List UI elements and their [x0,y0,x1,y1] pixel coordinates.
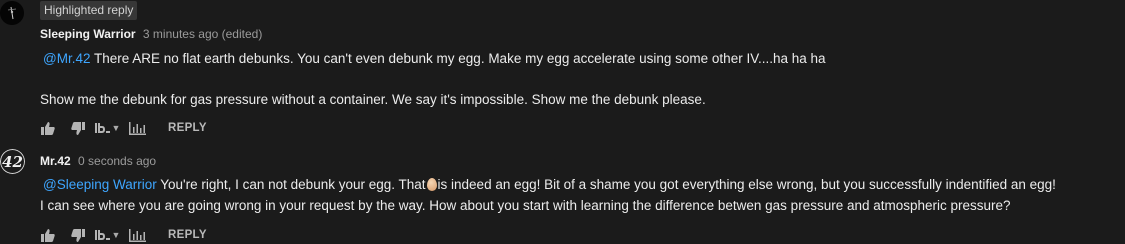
comment-text-line-2: Show me the debunk for gas pressure with… [40,92,706,107]
comment-text-line-1: @Sleeping Warrior You're right, I can no… [43,177,1056,192]
comment-text: There ARE no flat earth debunks. You can… [90,51,826,66]
thumbs-up-icon[interactable] [40,121,56,135]
caret-down-icon[interactable]: ▼ [112,230,121,240]
thumbs-down-icon[interactable] [70,228,86,242]
author-name[interactable]: Sleeping Warrior [40,27,136,41]
comment-actions: ▼ REPLY [40,119,207,137]
highlighted-reply-badge: Highlighted reply [40,1,138,20]
comment-actions: ▼ REPLY [40,226,207,244]
tb-icon[interactable] [94,122,110,134]
stats-icon[interactable] [128,228,146,242]
caret-down-icon[interactable]: ▼ [112,123,121,133]
comment-sleeping-warrior: Highlighted reply Sleeping Warrior 3 min… [0,0,1125,140]
stats-icon[interactable] [128,121,146,135]
mention-link[interactable]: @Mr.42 [43,51,90,66]
comment-header: Mr.42 0 seconds ago [40,154,156,168]
avatar-image: 42 [0,149,25,174]
comment-timestamp[interactable]: 3 minutes ago (edited) [143,27,262,41]
comment-text-line-2: I can see where you are going wrong in y… [40,198,1011,213]
egg-emoji-icon [426,178,437,191]
comment-timestamp[interactable]: 0 seconds ago [78,154,156,168]
mention-link[interactable]: @Sleeping Warrior [43,177,157,192]
avatar[interactable] [0,1,24,25]
comment-text-line-1: @Mr.42 There ARE no flat earth debunks. … [43,51,826,66]
avatar-image [0,1,24,25]
comment-mr-42: 42 Mr.42 0 seconds ago @Sleeping Warrior… [0,146,1125,242]
reply-button[interactable]: REPLY [168,122,207,134]
reply-button[interactable]: REPLY [168,229,207,241]
comment-header: Sleeping Warrior 3 minutes ago (edited) [40,27,262,41]
avatar-label: 42 [2,153,23,171]
author-name[interactable]: Mr.42 [40,154,71,168]
thumbs-up-icon[interactable] [40,228,56,242]
avatar[interactable]: 42 [0,149,25,174]
comment-text: You're right, I can not debunk your egg.… [156,177,426,192]
thumbs-down-icon[interactable] [70,121,86,135]
comment-text-continued: is indeed an egg! Bit of a shame you got… [437,177,1056,192]
tb-icon[interactable] [94,229,110,241]
